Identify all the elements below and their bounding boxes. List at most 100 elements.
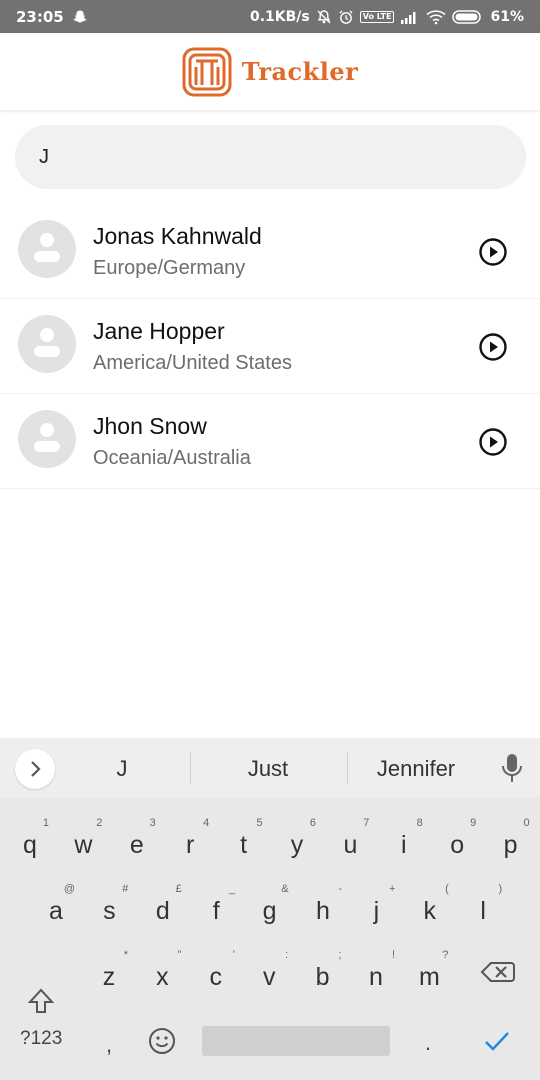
- key-b[interactable]: b;: [296, 943, 350, 1003]
- spacebar[interactable]: [202, 1026, 390, 1056]
- key-label: i: [401, 831, 407, 859]
- key-d[interactable]: d £: [136, 877, 190, 937]
- key-label: l: [480, 897, 486, 925]
- key-hint: @: [63, 883, 75, 895]
- key-a[interactable]: a @: [29, 877, 83, 937]
- status-bar: 23:05 0.1KB/s Vo LTE 61%: [0, 0, 540, 33]
- key-n[interactable]: n!: [349, 943, 403, 1003]
- key-hint: -: [338, 883, 342, 895]
- key-label: n: [369, 963, 383, 991]
- play-circle-icon[interactable]: [478, 237, 508, 267]
- key-hint: 4: [203, 817, 210, 829]
- status-time: 23:05: [16, 7, 64, 26]
- key-q[interactable]: q1: [3, 811, 57, 871]
- key-label: k: [423, 897, 437, 925]
- key-j[interactable]: j +: [349, 877, 403, 937]
- play-circle-icon[interactable]: [478, 332, 508, 362]
- key-hint: 7: [363, 817, 370, 829]
- bell-off-icon: [317, 9, 331, 23]
- chevron-right-icon: [31, 761, 41, 777]
- contact-row[interactable]: Jonas Kahnwald Europe/Germany: [0, 204, 540, 299]
- enter-key[interactable]: [482, 1026, 512, 1056]
- key-g[interactable]: g &: [243, 877, 297, 937]
- play-circle-icon[interactable]: [478, 427, 508, 457]
- key-i[interactable]: i8: [377, 811, 431, 871]
- contact-name: Jhon Snow: [93, 413, 207, 439]
- key-l[interactable]: l): [456, 877, 510, 937]
- contact-list: Jonas Kahnwald Europe/Germany Jane Hoppe…: [0, 204, 540, 489]
- battery-icon: [452, 9, 482, 24]
- key-y[interactable]: y6: [270, 811, 324, 871]
- key-e[interactable]: e3: [110, 811, 164, 871]
- key-f[interactable]: f _: [189, 877, 243, 937]
- key-hint: 8: [416, 817, 423, 829]
- search-input[interactable]: [39, 125, 509, 189]
- key-label: y: [290, 831, 304, 859]
- key-label: d: [155, 897, 170, 925]
- key-hint: 5: [256, 817, 263, 829]
- key-hint: &: [281, 883, 289, 895]
- suggestion-2[interactable]: Just: [198, 738, 338, 798]
- key-hint: £: [175, 883, 182, 895]
- key-r[interactable]: r4: [163, 811, 217, 871]
- key-hint: ?: [442, 949, 449, 961]
- suggestion-3[interactable]: Jennifer: [350, 738, 482, 798]
- key-label: c: [209, 963, 223, 991]
- key-label: h: [316, 897, 330, 925]
- key-s[interactable]: s #: [82, 877, 136, 937]
- emoji-key[interactable]: [147, 1026, 177, 1056]
- key-w[interactable]: w2: [56, 811, 110, 871]
- snapchat-icon: [73, 10, 87, 22]
- contact-row[interactable]: Jhon Snow Oceania/Australia: [0, 394, 540, 489]
- key-t[interactable]: t5: [217, 811, 271, 871]
- key-hint: 0: [523, 817, 530, 829]
- key-o[interactable]: o9: [430, 811, 484, 871]
- backspace-icon: [480, 962, 515, 982]
- key-label: v: [262, 963, 276, 991]
- key-z[interactable]: z *: [82, 943, 136, 1003]
- key-label: e: [129, 831, 144, 859]
- key-hint: 9: [470, 817, 477, 829]
- key-m[interactable]: m?: [402, 943, 456, 1003]
- microphone-icon[interactable]: [499, 752, 525, 784]
- search-box[interactable]: [15, 125, 526, 189]
- volte-badge: Vo LTE: [359, 10, 395, 23]
- battery-level: 61%: [490, 8, 524, 25]
- contact-name: Jonas Kahnwald: [93, 223, 262, 249]
- expand-toolbar-button[interactable]: [15, 749, 55, 789]
- key-label: r: [186, 831, 195, 859]
- key-c[interactable]: c ': [189, 943, 243, 1003]
- contact-region: Oceania/Australia: [93, 447, 251, 469]
- contact-name: Jane Hopper: [93, 318, 225, 344]
- key-u[interactable]: u7: [323, 811, 377, 871]
- comma-key[interactable]: ,: [106, 1032, 112, 1058]
- key-label: x: [156, 963, 169, 991]
- key-k[interactable]: k(: [403, 877, 457, 937]
- key-label: z: [102, 963, 116, 991]
- key-hint: 3: [149, 817, 156, 829]
- period-key[interactable]: .: [425, 1030, 431, 1056]
- key-label: u: [343, 831, 358, 859]
- key-h[interactable]: h-: [296, 877, 350, 937]
- backspace-key[interactable]: [468, 955, 526, 989]
- suggestion-1[interactable]: J: [62, 738, 182, 798]
- avatar: [18, 315, 76, 373]
- key-label: q: [23, 831, 37, 859]
- shift-key[interactable]: [8, 975, 78, 1025]
- key-x[interactable]: x ": [135, 943, 189, 1003]
- app-header: Trackler: [0, 33, 540, 110]
- key-hint: :: [285, 949, 289, 961]
- key-hint: 2: [96, 817, 103, 829]
- key-label: j: [373, 897, 380, 925]
- contact-row[interactable]: Jane Hopper America/United States: [0, 299, 540, 394]
- contact-region: America/United States: [93, 352, 292, 374]
- key-hint: ;: [338, 949, 342, 961]
- key-label: b: [315, 963, 330, 991]
- suggestion-bar: J Just Jennifer: [0, 738, 540, 798]
- key-p[interactable]: p0: [484, 811, 538, 871]
- key-v[interactable]: v:: [242, 943, 296, 1003]
- symbols-key[interactable]: ?123: [20, 1028, 62, 1050]
- avatar: [18, 410, 76, 468]
- suggestion-divider: [190, 752, 191, 784]
- key-hint: ): [498, 883, 503, 895]
